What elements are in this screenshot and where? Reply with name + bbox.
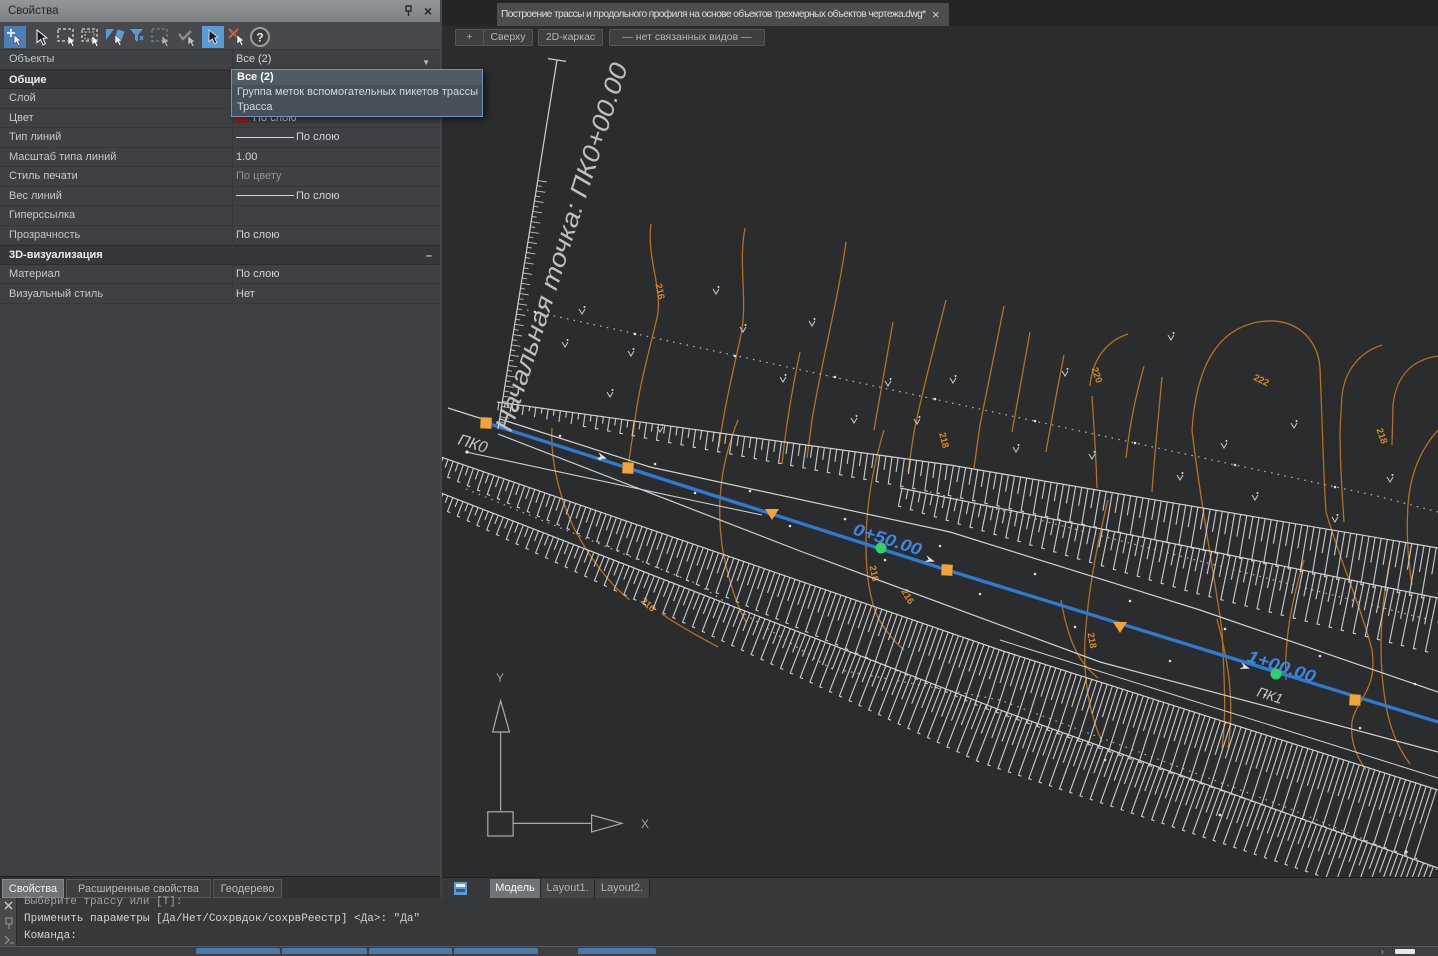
svg-text:Y: Y xyxy=(496,671,504,685)
svg-text:X: X xyxy=(641,817,649,831)
svg-text:?: ? xyxy=(256,31,263,45)
